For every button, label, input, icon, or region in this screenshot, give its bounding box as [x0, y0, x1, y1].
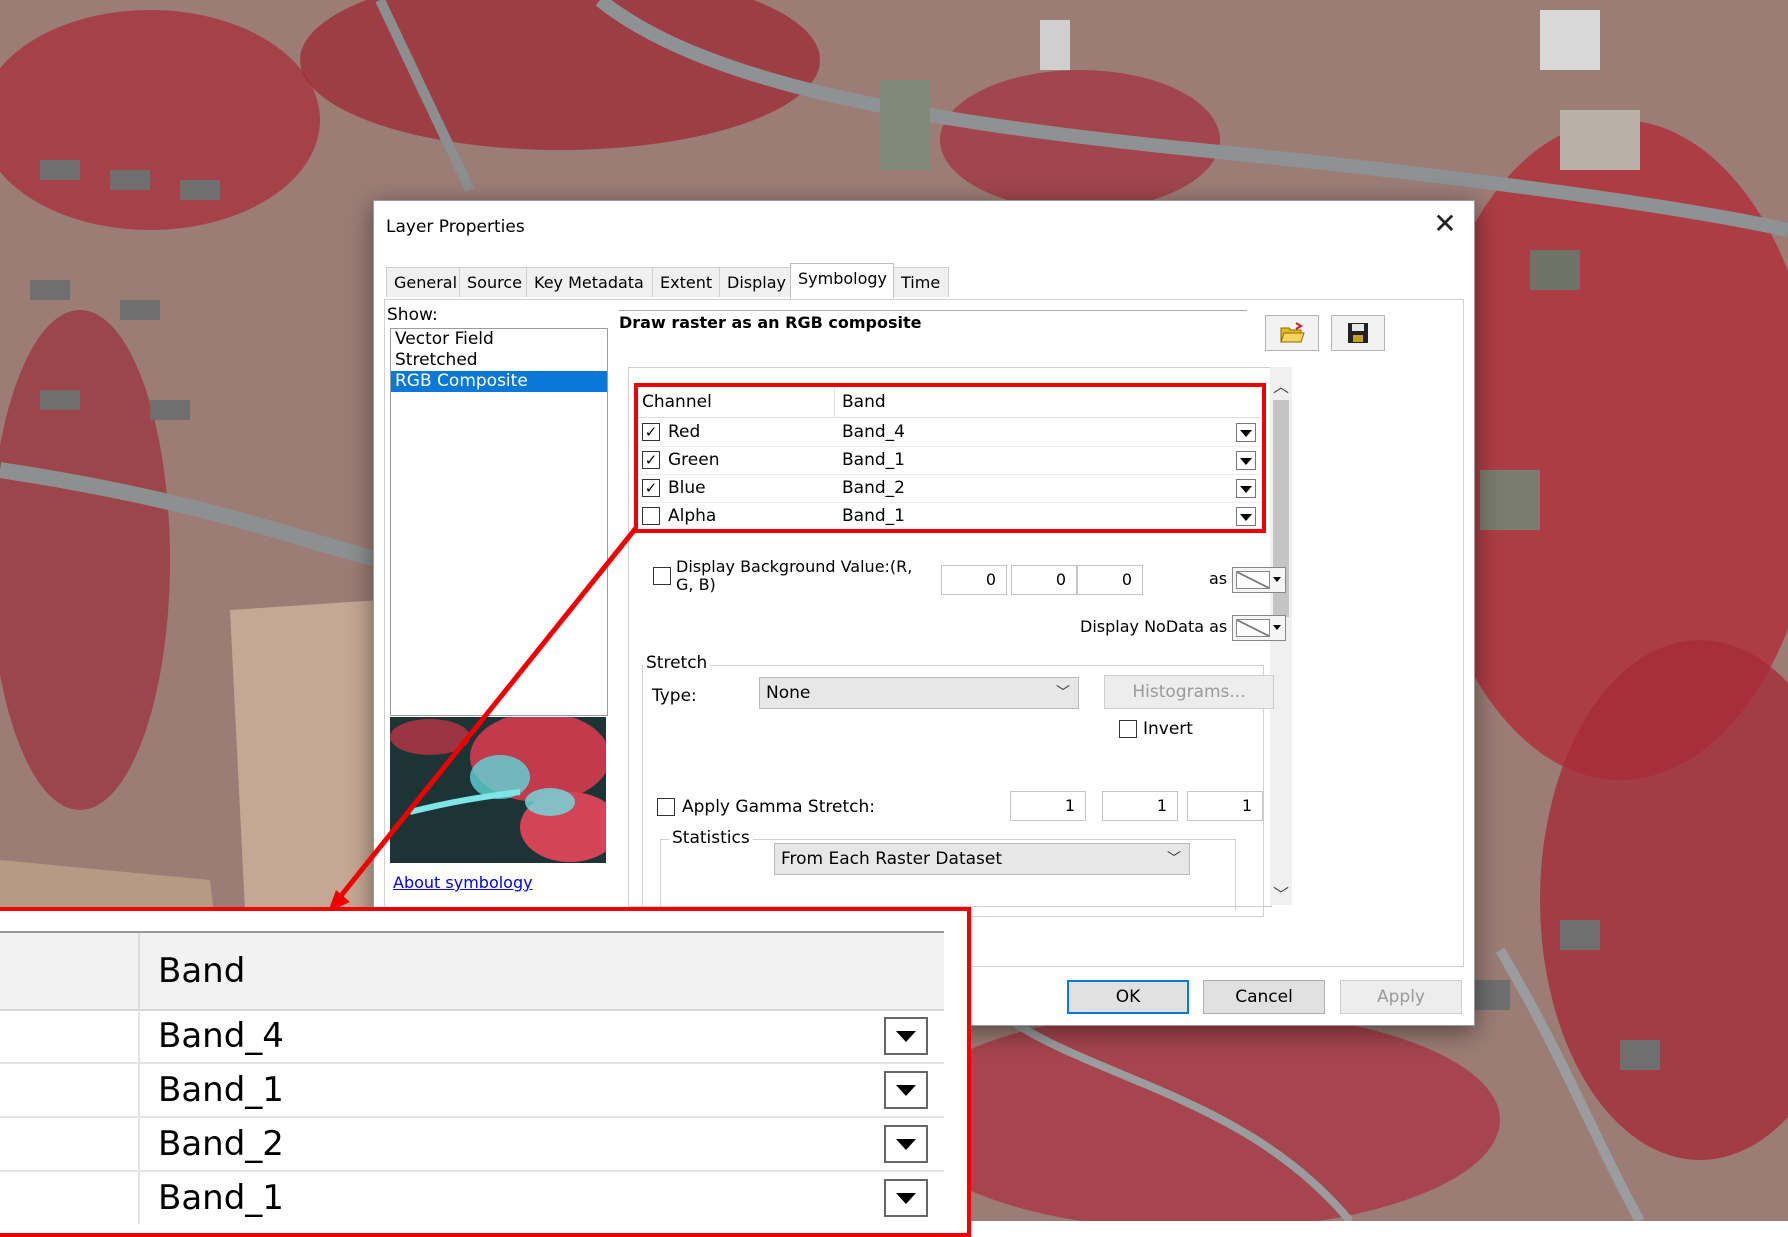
column-separator — [138, 1010, 140, 1062]
zoom-header: Band — [0, 931, 944, 1011]
band-dropdown[interactable] — [884, 1071, 928, 1109]
band-dropdown[interactable] — [884, 1179, 928, 1217]
column-separator — [138, 1118, 140, 1170]
band-dropdown[interactable] — [884, 1017, 928, 1055]
tab-symbology[interactable]: Symbology — [790, 263, 894, 298]
zoom-band-header: Band — [158, 951, 246, 991]
column-separator — [138, 1064, 140, 1116]
table-row: Band_2 — [0, 1118, 944, 1172]
column-separator — [138, 933, 140, 1009]
zoom-band-value: Band_2 — [158, 1124, 284, 1164]
zoom-band-value: Band_4 — [158, 1016, 284, 1056]
band-dropdown[interactable] — [884, 1125, 928, 1163]
column-separator — [138, 1172, 140, 1224]
table-row: Band_1 — [0, 1172, 944, 1224]
table-row: Band_1 — [0, 1064, 944, 1118]
zoom-band-value: Band_1 — [158, 1070, 284, 1110]
zoom-band-value: Band_1 — [158, 1178, 284, 1218]
zoomed-channel-table-inset: Band Band_4 Band_1 Band_2 Band_1 — [0, 907, 970, 1227]
table-row: Band_4 — [0, 1010, 944, 1064]
